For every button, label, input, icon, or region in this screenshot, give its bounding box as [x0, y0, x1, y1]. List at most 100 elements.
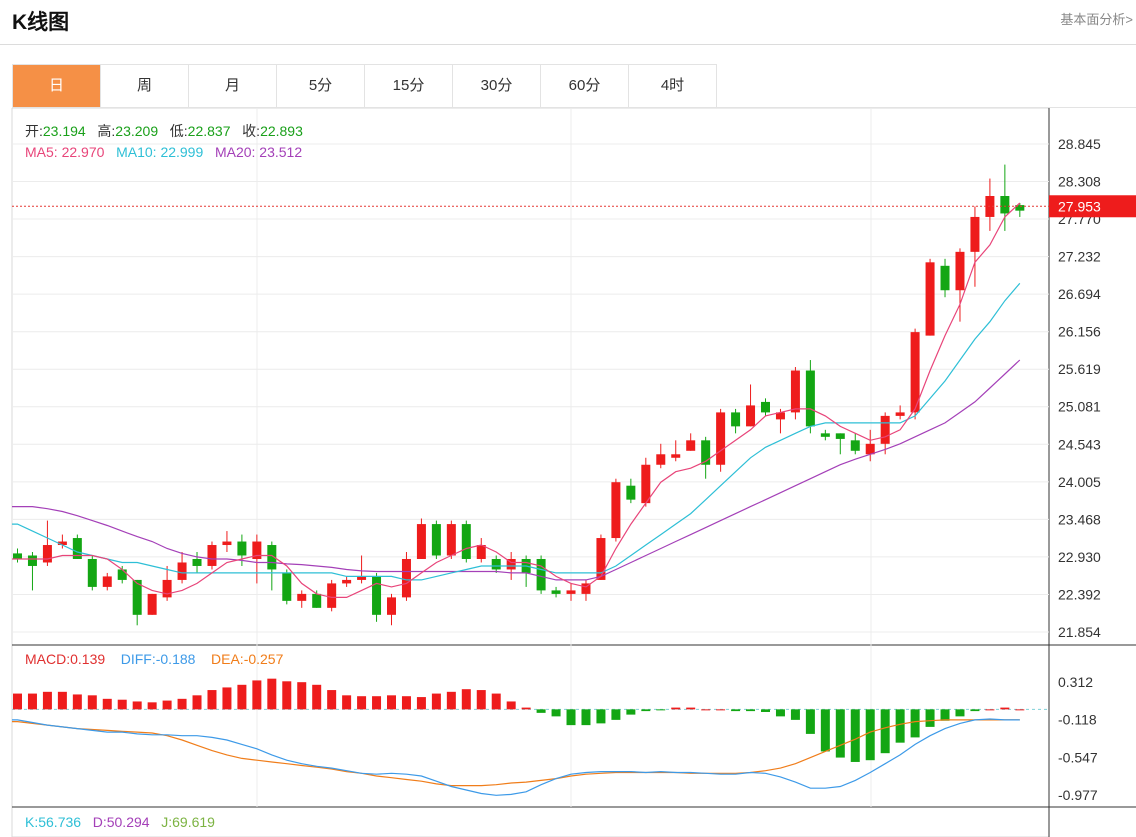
- macd-bar: [521, 707, 531, 710]
- macd-info: MACD:0.139 DIFF:-0.188 DEA:-0.257: [25, 651, 283, 667]
- y-tick-label: 22.392: [1058, 586, 1101, 602]
- candle-body: [596, 538, 606, 580]
- y-tick-label: 22.930: [1058, 549, 1101, 565]
- diff-label: DIFF:: [120, 651, 156, 667]
- low-value: 22.837: [187, 123, 231, 139]
- kdj-info: K:56.736 D:50.294 J:69.619: [25, 814, 215, 830]
- candle-body: [87, 558, 97, 587]
- tab-day[interactable]: 日: [13, 65, 101, 107]
- ma20-label: MA20:: [214, 144, 256, 160]
- macd-bar: [716, 709, 726, 711]
- macd-bar: [132, 701, 142, 710]
- y-tick-label: 23.468: [1058, 511, 1101, 527]
- ma10-label: MA10:: [116, 144, 157, 160]
- diff-value: -0.188: [155, 651, 196, 667]
- last-price-label: 27.953: [1058, 198, 1101, 214]
- candle-body: [446, 524, 456, 556]
- ma20-line: [12, 359, 1021, 581]
- candle-body: [416, 524, 426, 559]
- fundamental-analysis-link[interactable]: 基本面分析>: [1060, 9, 1133, 28]
- ma5-label: MA5:: [25, 144, 58, 160]
- candle-body: [805, 370, 815, 427]
- close-value: 22.893: [260, 123, 303, 139]
- candle-body: [27, 555, 37, 566]
- macd-bar: [267, 678, 277, 710]
- tab-5min[interactable]: 5分: [277, 65, 365, 107]
- kline-chart[interactable]: 28.84528.30827.77027.23226.69426.15625.6…: [0, 108, 1136, 837]
- high-label: 高:: [97, 123, 116, 139]
- macd-bar: [476, 690, 486, 710]
- macd-bar: [955, 709, 965, 717]
- macd-bar: [790, 709, 800, 720]
- macd-bar: [506, 701, 516, 710]
- macd-bar: [910, 709, 920, 738]
- macd-bar: [731, 709, 741, 712]
- open-label: 开:: [25, 123, 43, 139]
- macd-bar: [671, 707, 681, 710]
- candle-body: [117, 569, 127, 580]
- macd-bar: [596, 709, 606, 724]
- macd-bar: [536, 709, 546, 713]
- page-title: K线图: [12, 11, 70, 34]
- candle-body: [850, 440, 860, 451]
- y-tick-label: 26.694: [1058, 286, 1101, 302]
- macd-bar: [282, 681, 292, 710]
- macd-tick-label: -0.977: [1058, 787, 1098, 803]
- candle-body: [282, 572, 292, 601]
- macd-bar: [835, 709, 845, 758]
- candle-body: [551, 590, 561, 594]
- y-tick-label: 25.619: [1058, 361, 1101, 377]
- macd-bar: [1000, 707, 1010, 710]
- macd-bar: [775, 709, 785, 717]
- low-label: 低:: [169, 123, 188, 139]
- k-value: 56.736: [38, 814, 82, 830]
- candle-body: [656, 454, 666, 465]
- dea-label: DEA:: [211, 651, 244, 667]
- candle-body: [401, 558, 411, 598]
- ohlc-info: 开:23.194 高:23.209 低:22.837 收:22.893: [25, 121, 303, 141]
- candle-body: [162, 579, 172, 598]
- macd-bar: [252, 680, 262, 710]
- macd-tick-label: -0.547: [1058, 749, 1098, 765]
- macd-bar: [387, 695, 396, 710]
- macd-label: MACD:: [25, 651, 71, 667]
- j-value: 69.619: [172, 814, 215, 830]
- tab-week[interactable]: 周: [101, 65, 189, 107]
- candle-body: [372, 576, 382, 615]
- tab-15min[interactable]: 15分: [365, 65, 453, 107]
- macd-bar: [222, 687, 232, 710]
- macd-bar: [895, 709, 905, 743]
- candle-body: [626, 485, 636, 500]
- tab-4hour[interactable]: 4时: [629, 65, 717, 107]
- macd-bar: [491, 693, 501, 710]
- y-tick-label: 25.081: [1058, 399, 1101, 415]
- tab-month[interactable]: 月: [189, 65, 277, 107]
- macd-bar: [461, 689, 471, 710]
- macd-bar: [87, 695, 97, 710]
- macd-bar: [850, 709, 860, 762]
- macd-bar: [72, 694, 82, 710]
- macd-bar: [925, 709, 935, 727]
- macd-bar: [761, 709, 770, 712]
- macd-bar: [162, 700, 172, 710]
- candle-body: [147, 593, 157, 615]
- candle-body: [342, 579, 352, 584]
- candle-body: [641, 464, 651, 504]
- macd-tick-label: 0.312: [1058, 674, 1093, 690]
- macd-bar: [985, 709, 995, 711]
- candle-body: [327, 583, 337, 608]
- macd-bar: [357, 696, 367, 710]
- tab-60min[interactable]: 60分: [541, 65, 629, 107]
- candle-body: [102, 576, 112, 587]
- y-tick-label: 28.845: [1058, 136, 1101, 152]
- macd-bar: [551, 709, 561, 717]
- macd-bar: [312, 684, 322, 710]
- macd-bar: [237, 684, 247, 710]
- candle-body: [13, 553, 22, 559]
- candle-body: [880, 415, 890, 444]
- macd-bar: [102, 698, 112, 710]
- tab-30min[interactable]: 30分: [453, 65, 541, 107]
- candle-body: [207, 545, 217, 566]
- macd-bar: [342, 695, 352, 710]
- macd-bar: [626, 709, 636, 715]
